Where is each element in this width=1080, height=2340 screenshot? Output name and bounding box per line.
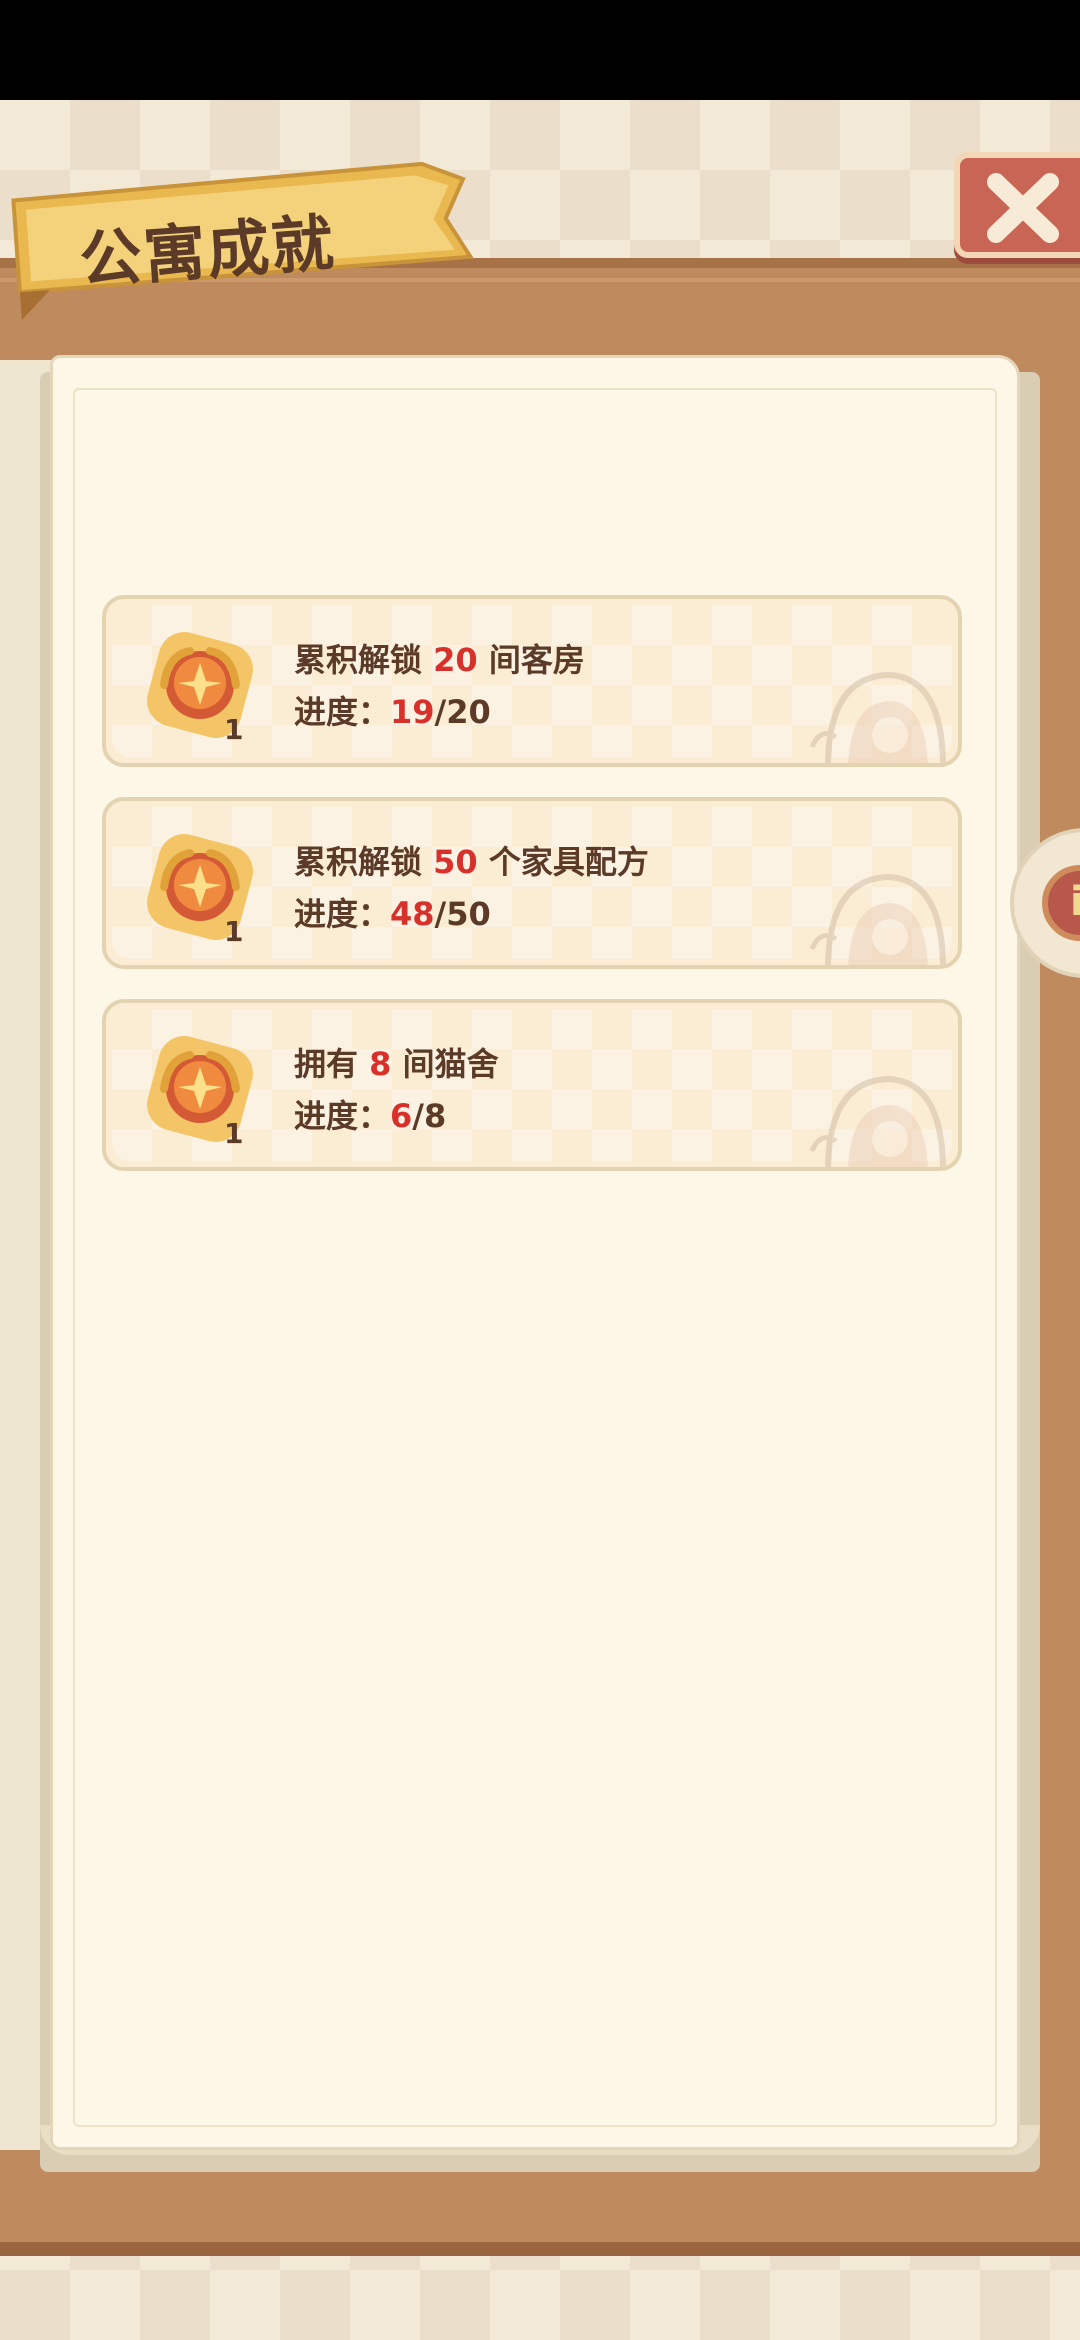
progress-label: 进度：	[294, 895, 391, 933]
progress-current: 19	[390, 693, 435, 731]
title-number: 20	[433, 641, 478, 679]
achievement-progress: 进度：48/50	[294, 889, 491, 935]
reward-count: 1	[224, 1117, 244, 1150]
title-banner: 公寓成就	[1, 139, 474, 321]
close-icon	[987, 173, 1059, 243]
title-suffix: 间客房	[488, 641, 585, 679]
title-prefix: 累积解锁	[294, 843, 423, 881]
title-suffix: 间猫舍	[402, 1045, 499, 1083]
achievement-card[interactable]: 1 累积解锁 20 间客房 进度：19/20	[102, 595, 962, 767]
medal-icon	[147, 632, 253, 738]
progress-total: 8	[423, 1097, 447, 1135]
achievement-title: 累积解锁 50 个家具配方	[294, 837, 649, 883]
title-number: 8	[369, 1045, 392, 1083]
title-number: 50	[433, 843, 478, 881]
progress-total: 20	[446, 693, 491, 731]
cat-house-decoration	[809, 1075, 946, 1167]
achievement-card[interactable]: 1 拥有 8 间猫舍 进度：6/8	[102, 999, 962, 1171]
title-prefix: 拥有	[294, 1045, 359, 1083]
cat-house-decoration	[809, 873, 946, 965]
progress-separator: /	[412, 1097, 424, 1135]
close-button[interactable]	[954, 152, 1080, 258]
progress-current: 6	[390, 1097, 413, 1135]
progress-label: 进度：	[294, 1097, 391, 1135]
medal-icon	[147, 1036, 253, 1142]
cat-house-decoration	[809, 671, 946, 763]
medal-icon	[147, 834, 253, 940]
progress-separator: /	[434, 693, 447, 731]
reward-count: 1	[224, 915, 244, 948]
progress-separator: /	[434, 895, 447, 933]
side-tab-label: i	[1070, 879, 1080, 925]
achievement-progress: 进度：6/8	[294, 1091, 446, 1137]
status-bar	[0, 0, 1080, 100]
progress-current: 48	[390, 895, 435, 933]
title-suffix: 个家具配方	[488, 843, 649, 881]
achievement-progress: 进度：19/20	[294, 687, 491, 733]
progress-label: 进度：	[294, 693, 391, 731]
achievement-title: 累积解锁 20 间客房	[294, 635, 585, 681]
page-title: 公寓成就	[77, 206, 338, 297]
achievement-list: 1 累积解锁 20 间客房 进度：19/20 1 累积解锁 50 个家具配方 进…	[102, 595, 962, 1201]
title-prefix: 累积解锁	[294, 641, 423, 679]
progress-total: 50	[446, 895, 491, 933]
achievement-card[interactable]: 1 累积解锁 50 个家具配方 进度：48/50	[102, 797, 962, 969]
side-tab-icon: i	[1042, 865, 1080, 941]
reward-count: 1	[224, 713, 244, 746]
achievement-title: 拥有 8 间猫舍	[294, 1039, 499, 1085]
